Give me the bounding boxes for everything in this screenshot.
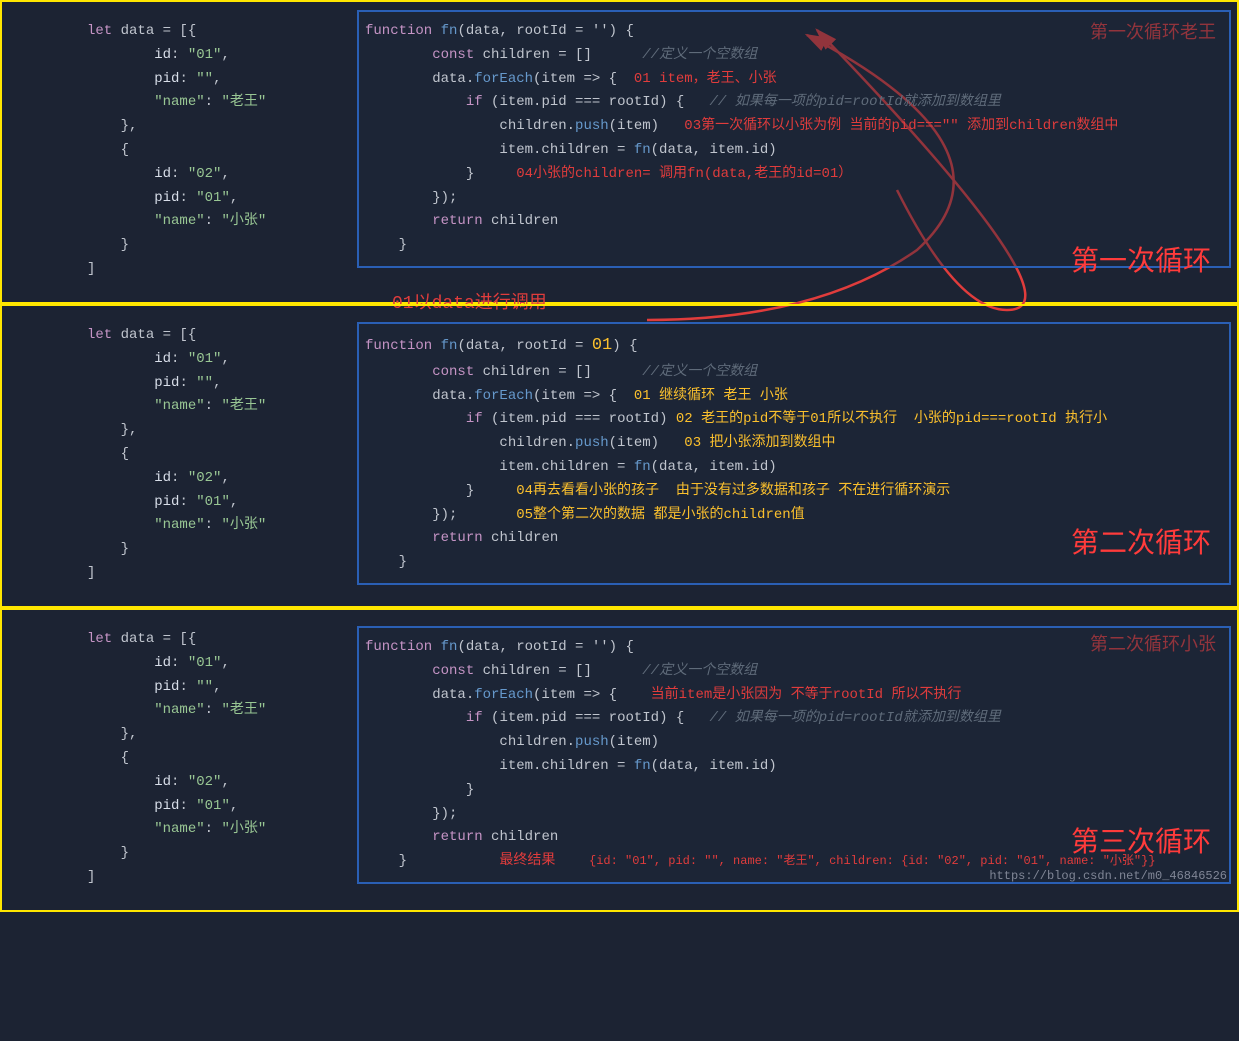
annot-p1-c2: 03第一次循环以小张为例 当前的pid==="" 添加到children数组中 bbox=[684, 118, 1118, 134]
annot-p2-c5: 05整个第二次的数据 都是小张的children值 bbox=[516, 507, 804, 523]
right-function-block: 第二次循环小张 function fn(data, rootId = '') {… bbox=[357, 618, 1231, 884]
right-function-block: 第一次循环老王 function fn(data, rootId = '') {… bbox=[357, 10, 1231, 268]
watermark-text: https://blog.csdn.net/m0_46846526 bbox=[989, 867, 1227, 886]
big-label-loop2: 第二次循环 bbox=[1071, 524, 1211, 569]
annot-p1-c3: 04小张的children= 调用fn(data,老王的id=01） bbox=[516, 166, 852, 182]
left-data-block: let data = [{ id: "01", pid: "", "name":… bbox=[2, 618, 357, 890]
panel-loop-1: let data = [{ id: "01", pid: "", "name":… bbox=[0, 0, 1239, 304]
panel-loop-3: let data = [{ id: "01", pid: "", "name":… bbox=[0, 608, 1239, 912]
left-data-block: let data = [{ id: "01", pid: "", "name":… bbox=[2, 10, 357, 282]
panel-loop-2: let data = [{ id: "01", pid: "", "name":… bbox=[0, 304, 1239, 608]
right-function-block: function fn(data, rootId = 01) { const c… bbox=[357, 314, 1231, 585]
annot-p2-c3: 03 把小张添加到数组中 bbox=[684, 435, 835, 451]
big-label-loop3: 第三次循环 bbox=[1071, 823, 1211, 868]
left-data-block: let data = [{ id: "01", pid: "", "name":… bbox=[2, 314, 357, 586]
keyword-let: let bbox=[87, 23, 112, 39]
annot-p3-c1: 当前item是小张因为 不等于rootId 所以不执行 bbox=[651, 687, 962, 703]
annot-p2-c2: 02 老王的pid不等于01所以不执行 小张的pid===rootId 执行小 bbox=[676, 411, 1107, 427]
function-box: function fn(data, rootId = '') { const c… bbox=[357, 10, 1231, 268]
annot-p1-c1: 01 item，老王、小张 bbox=[634, 71, 777, 87]
annot-p2-c4: 04再去看看小张的孩子 由于没有过多数据和孩子 不在进行循环演示 bbox=[516, 483, 950, 499]
annot-p2-c1: 01 继续循环 老王 小张 bbox=[634, 388, 788, 404]
big-label-loop1: 第一次循环 bbox=[1071, 242, 1211, 287]
result-label: 最终结果 bbox=[499, 853, 555, 869]
data-decl: data = [{ bbox=[121, 23, 197, 39]
